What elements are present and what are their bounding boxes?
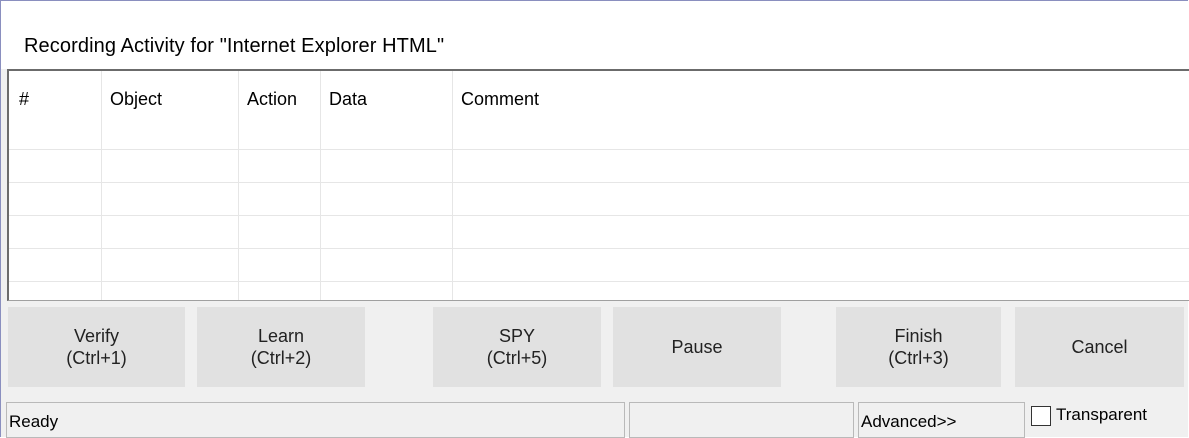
advanced-button-label: Advanced>>	[861, 412, 957, 431]
grid-divider	[101, 71, 102, 300]
finish-button[interactable]: Finish (Ctrl+3)	[836, 307, 1001, 387]
cancel-button-label: Cancel	[1071, 337, 1128, 357]
transparent-label[interactable]: Transparent	[1056, 405, 1147, 425]
transparent-checkbox[interactable]	[1031, 406, 1051, 426]
grid-row-line	[9, 149, 1189, 150]
grid-divider	[320, 71, 321, 300]
grid-row-line	[9, 281, 1189, 282]
verify-button[interactable]: Verify (Ctrl+1)	[8, 307, 185, 387]
finish-button-label: Finish	[894, 326, 943, 346]
status-text-panel: Ready	[6, 402, 625, 438]
spy-button[interactable]: SPY (Ctrl+5)	[433, 307, 601, 387]
spy-button-shortcut: (Ctrl+5)	[486, 348, 548, 368]
learn-button-shortcut: (Ctrl+2)	[250, 348, 312, 368]
grid-row-line	[9, 248, 1189, 249]
recording-grid[interactable]: # Object Action Data Comment	[7, 69, 1189, 301]
pause-button-label: Pause	[671, 337, 723, 357]
recording-window: Recording Activity for "Internet Explore…	[0, 0, 1189, 438]
learn-button-label: Learn	[257, 326, 305, 346]
advanced-button[interactable]: Advanced>>	[858, 402, 1025, 438]
learn-button[interactable]: Learn (Ctrl+2)	[197, 307, 365, 387]
verify-button-shortcut: (Ctrl+1)	[66, 348, 127, 368]
grid-divider	[452, 71, 453, 300]
finish-button-shortcut: (Ctrl+3)	[888, 348, 949, 368]
cancel-button[interactable]: Cancel	[1015, 307, 1184, 387]
window-title: Recording Activity for "Internet Explore…	[24, 35, 445, 57]
spy-button-label: SPY	[498, 326, 536, 346]
column-header-number[interactable]: #	[19, 89, 29, 110]
pause-button[interactable]: Pause	[613, 307, 781, 387]
grid-divider	[238, 71, 239, 300]
title-bar: Recording Activity for "Internet Explore…	[1, 1, 1189, 69]
grid-row-line	[9, 182, 1189, 183]
status-middle-panel	[629, 402, 854, 438]
verify-button-label: Verify	[73, 326, 120, 346]
status-text: Ready	[9, 412, 59, 431]
column-header-data[interactable]: Data	[329, 89, 367, 110]
column-header-comment[interactable]: Comment	[461, 89, 539, 110]
column-header-object[interactable]: Object	[110, 89, 162, 110]
column-header-action[interactable]: Action	[247, 89, 297, 110]
grid-row-line	[9, 215, 1189, 216]
